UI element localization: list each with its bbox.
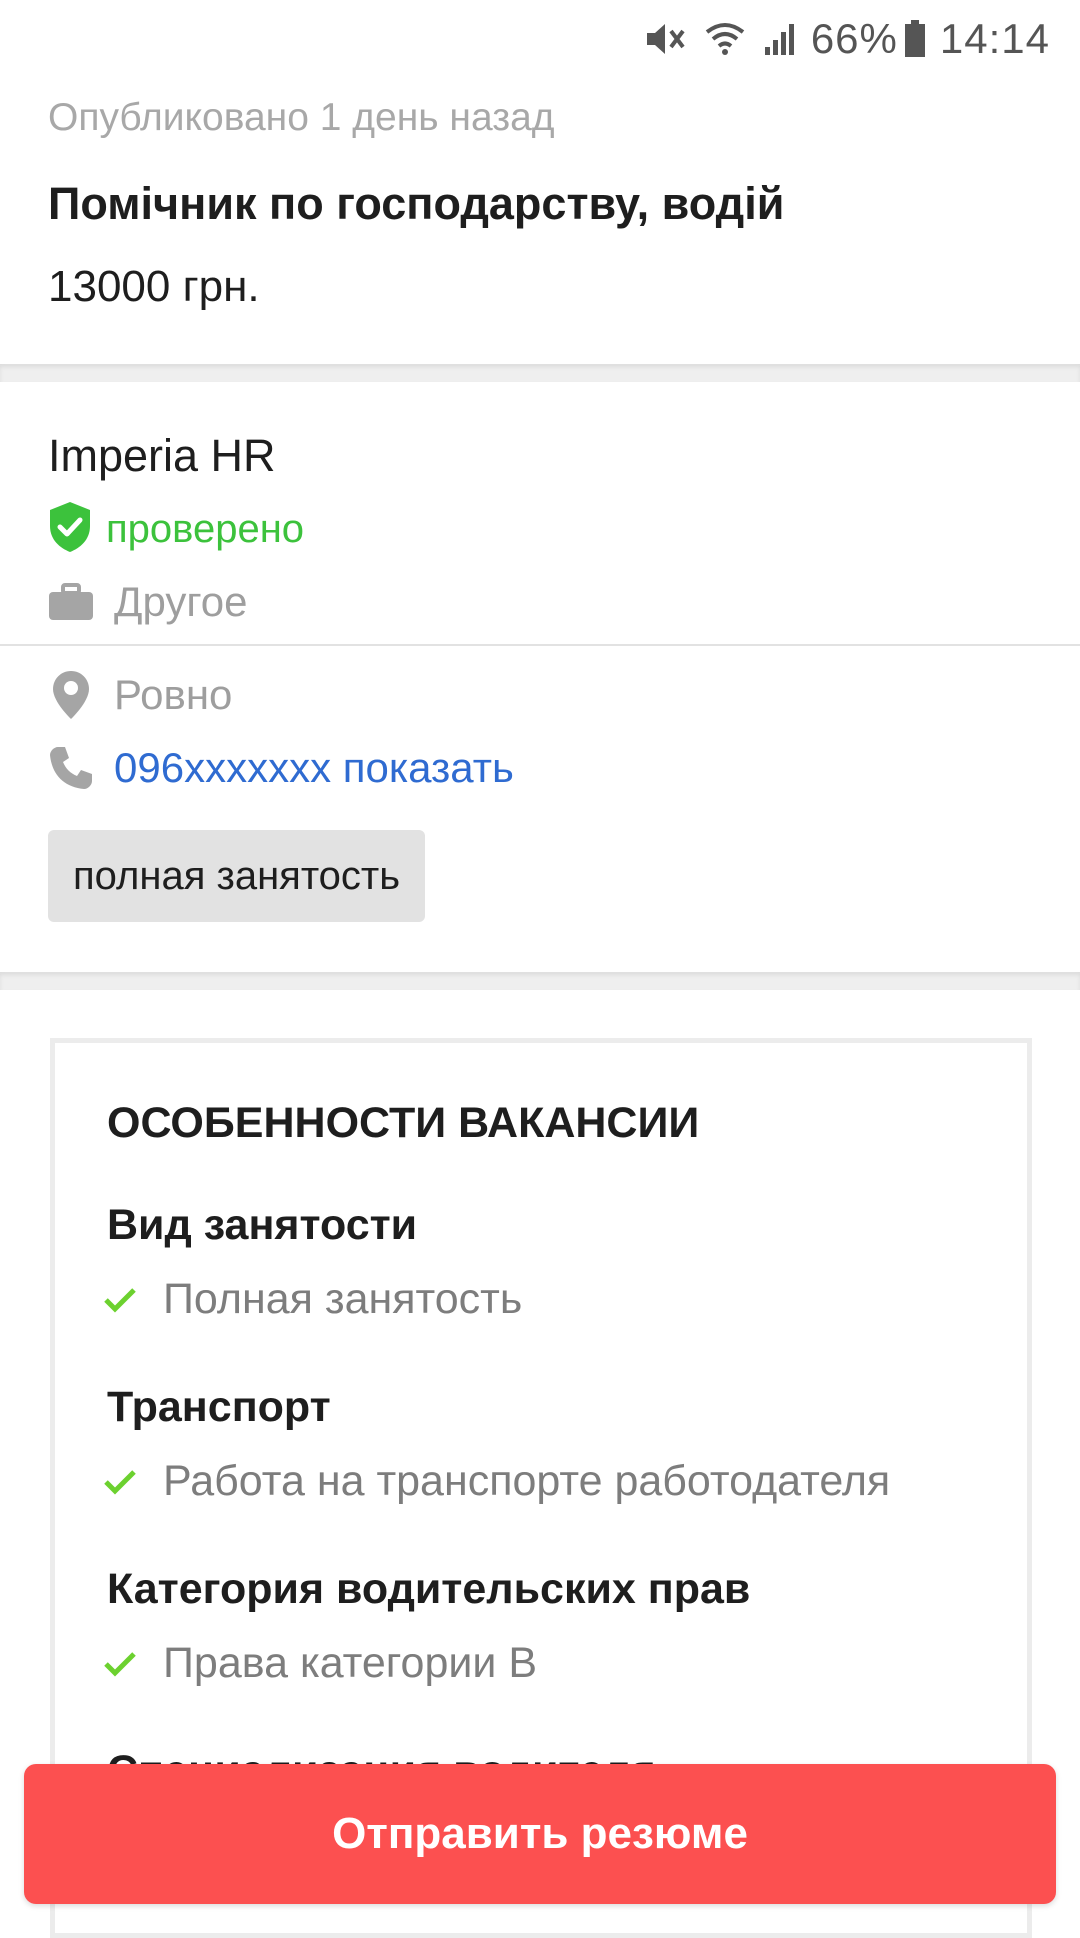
company-name[interactable]: Imperia HR (48, 430, 276, 482)
check-icon (103, 1468, 137, 1496)
signal-icon (763, 21, 797, 57)
category-row: Другое (48, 578, 247, 626)
mute-icon (643, 19, 687, 59)
battery-percent: 66% (810, 15, 898, 62)
feature-title: Категория водительских прав (107, 1565, 751, 1613)
feature-value: Полная занятость (163, 1275, 523, 1323)
section-divider (0, 364, 1080, 382)
phone-icon (48, 745, 94, 791)
briefcase-icon (48, 583, 94, 621)
clock: 14:14 (939, 15, 1050, 62)
show-phone-link[interactable]: 096xxxxxxx показать (114, 744, 514, 792)
feature-title: Вид занятости (107, 1201, 418, 1249)
salary: 13000 грн. (48, 262, 260, 311)
published-date: Опубликовано 1 день назад (48, 96, 555, 139)
location-pin-icon (48, 670, 94, 720)
feature-item: Полная занятость (103, 1275, 522, 1324)
section-divider (0, 972, 1080, 990)
check-icon (103, 1286, 137, 1314)
vacancy-header: Опубликовано 1 день назад Помічник по го… (0, 78, 1080, 364)
verified-label: проверено (106, 507, 305, 551)
employment-type-tag: полная занятость (48, 830, 426, 922)
wifi-icon (705, 20, 745, 58)
send-resume-button[interactable]: Отправить резюме (24, 1764, 1056, 1904)
city-label: Ровно (114, 671, 233, 718)
feature-item: Права категории B (103, 1639, 537, 1688)
feature-value: Работа на транспорте работодателя (163, 1457, 891, 1505)
battery-icon (904, 20, 926, 58)
job-title: Помічник по господарству, водій (48, 178, 785, 229)
category-label: Другое (114, 578, 248, 625)
feature-value: Права категории B (163, 1639, 538, 1687)
check-icon (103, 1650, 137, 1678)
features-heading: ОСОБЕННОСТИ ВАКАНСИИ (107, 1099, 700, 1147)
company-card: Imperia HR проверено Другое Ровно 096xxx… (0, 382, 1080, 972)
feature-title: Транспорт (107, 1383, 331, 1431)
shield-check-icon (48, 500, 92, 559)
feature-item: Работа на транспорте работодателя (103, 1457, 890, 1506)
location-row: Ровно (48, 670, 232, 720)
status-bar: 66% 14:14 (0, 0, 1080, 78)
verified-badge: проверено (48, 500, 304, 559)
phone-row[interactable]: 096xxxxxxx показать (48, 744, 514, 792)
divider-line (0, 644, 1080, 646)
